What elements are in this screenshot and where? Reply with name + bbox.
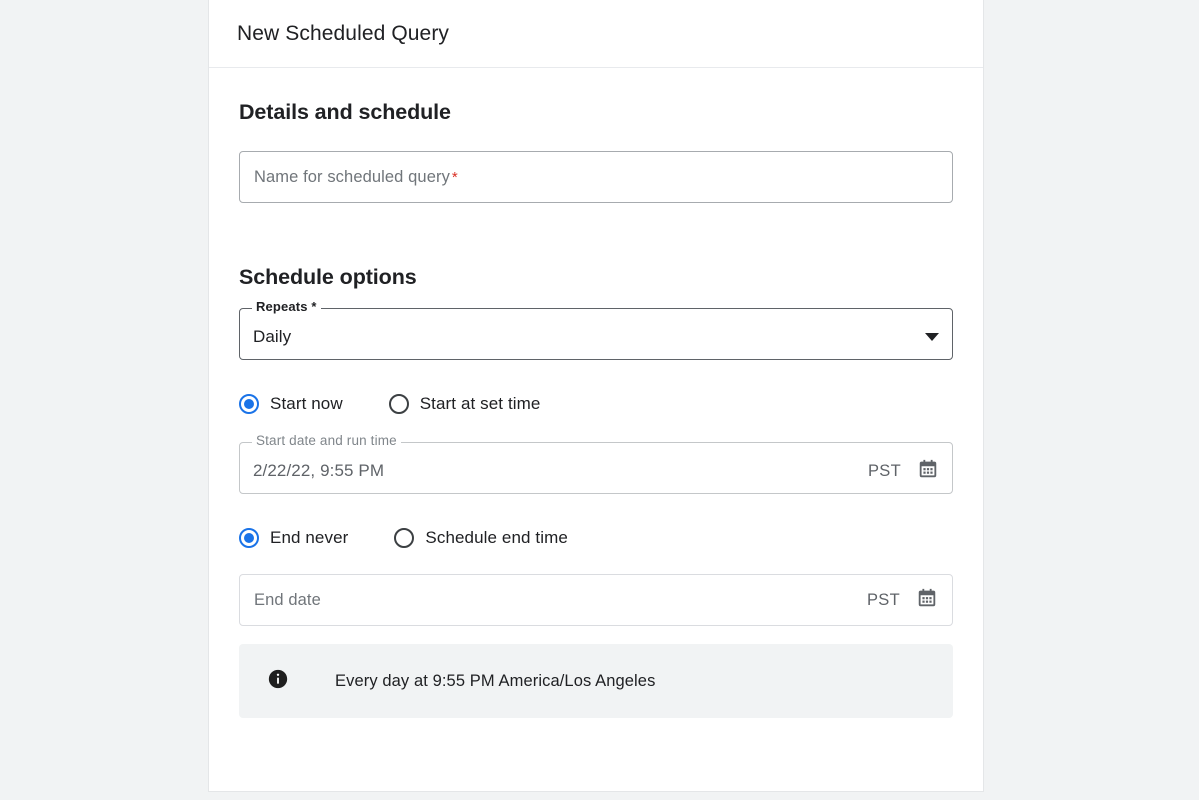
screen: New Scheduled Query Details and schedule… [0,0,1199,800]
start-datetime-value: 2/22/22, 9:55 PM [253,461,385,480]
start-at-set-time-label: Start at set time [419,394,541,413]
name-input-placeholder: Name for scheduled query [254,167,450,186]
start-datetime-field[interactable]: Start date and run time 2/22/22, 9:55 PM… [239,433,953,494]
calendar-icon[interactable] [917,458,939,485]
chevron-down-icon[interactable] [925,333,939,341]
end-date-input[interactable]: End date PST [239,574,953,626]
start-mode-radio-group: Start now Start at set time [239,394,953,414]
new-scheduled-query-dialog: New Scheduled Query Details and schedule… [208,0,984,792]
end-date-placeholder: End date [254,590,321,609]
scheduled-query-name-input[interactable]: Name for scheduled query * [239,151,953,203]
end-never-label: End never [270,528,349,547]
info-icon [267,668,289,695]
end-date-timezone: PST [867,590,900,609]
radio-schedule-end-time[interactable]: Schedule end time [394,528,568,548]
repeats-select[interactable]: Repeats * Daily [239,299,953,360]
calendar-icon[interactable] [916,587,938,614]
end-mode-radio-group: End never Schedule end time [239,528,953,548]
schedule-end-time-radio-indicator[interactable] [394,528,415,548]
start-now-radio-indicator[interactable] [239,394,259,414]
start-now-label: Start now [270,394,343,413]
radio-start-now[interactable]: Start now [239,394,343,414]
radio-end-never[interactable]: End never [239,528,348,548]
schedule-summary-text: Every day at 9:55 PM America/Los Angeles [335,671,656,690]
repeats-value: Daily [253,327,292,346]
schedule-summary-banner: Every day at 9:55 PM America/Los Angeles [239,644,953,718]
dialog-body: Details and schedule Name for scheduled … [209,68,983,791]
end-never-radio-indicator[interactable] [239,528,259,548]
radio-start-at-set-time[interactable]: Start at set time [388,394,541,414]
dialog-header: New Scheduled Query [209,0,983,68]
schedule-options-heading: Schedule options [239,265,417,289]
dialog-title: New Scheduled Query [237,21,450,45]
details-and-schedule-heading: Details and schedule [239,100,451,124]
schedule-end-time-label: Schedule end time [425,528,568,547]
start-at-set-time-radio-indicator[interactable] [388,394,409,414]
start-datetime-timezone: PST [868,461,901,480]
name-required-marker: * [451,168,458,186]
